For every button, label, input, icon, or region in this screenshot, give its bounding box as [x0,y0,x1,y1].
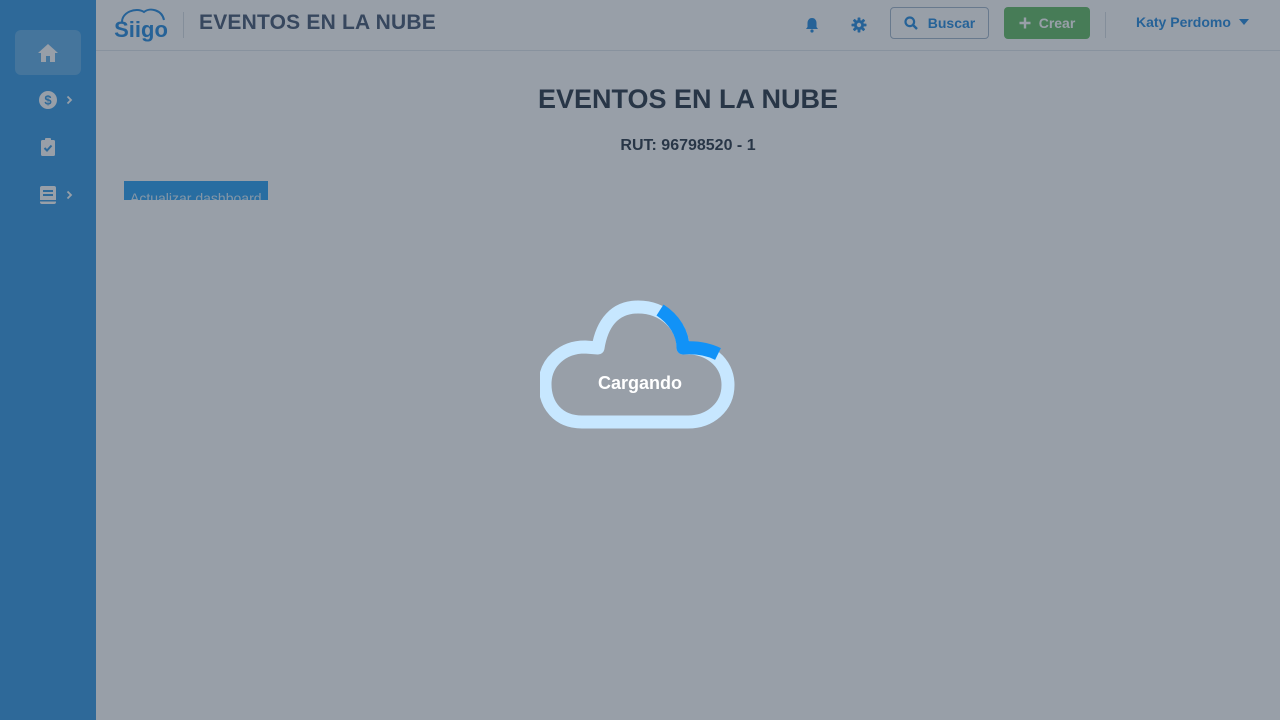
cloud-loader-icon [540,300,735,429]
loading-text: Cargando [597,373,682,393]
